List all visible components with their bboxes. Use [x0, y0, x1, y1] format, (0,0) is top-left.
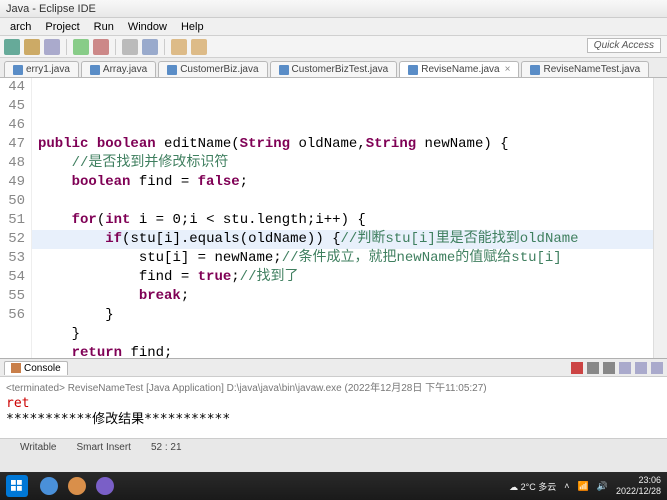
console-process-header: <terminated> ReviseNameTest [Java Applic…: [0, 377, 667, 396]
code-area[interactable]: public boolean editName(String oldName,S…: [32, 78, 653, 358]
menu-help[interactable]: Help: [175, 18, 210, 35]
java-file-icon: [90, 65, 100, 75]
weather-widget[interactable]: ☁ 2°C 多云: [509, 480, 556, 493]
tab-label: Array.java: [103, 64, 147, 75]
weather-text: 2°C 多云: [521, 482, 557, 492]
new-icon[interactable]: [4, 39, 20, 55]
debug-icon[interactable]: [93, 39, 109, 55]
menu-search[interactable]: arch: [4, 18, 37, 35]
tab-revisename[interactable]: ReviseName.java ×: [399, 61, 519, 77]
window-titlebar: Java - Eclipse IDE: [0, 0, 667, 18]
save-icon[interactable]: [24, 39, 40, 55]
tab-label: CustomerBizTest.java: [292, 64, 389, 75]
remove-launch-icon[interactable]: [587, 362, 599, 374]
console-panel: Console <terminated> ReviseNameTest [Jav…: [0, 358, 667, 438]
code-body[interactable]: public boolean editName(String oldName,S…: [38, 135, 653, 358]
tab-label: CustomerBiz.java: [180, 64, 258, 75]
terminate-icon[interactable]: [571, 362, 583, 374]
status-insert-mode: Smart Insert: [77, 442, 131, 453]
remove-all-icon[interactable]: [603, 362, 615, 374]
java-file-icon: [530, 65, 540, 75]
toolbar-separator: [115, 39, 116, 55]
menu-window[interactable]: Window: [122, 18, 173, 35]
forward-icon[interactable]: [191, 39, 207, 55]
pin-console-icon[interactable]: [651, 362, 663, 374]
start-button[interactable]: [6, 475, 28, 497]
clear-console-icon[interactable]: [619, 362, 631, 374]
tab-label: ReviseNameTest.java: [543, 64, 640, 75]
tab-customerbiztest[interactable]: CustomerBizTest.java: [270, 61, 398, 77]
menu-project[interactable]: Project: [39, 18, 85, 35]
clock-time: 23:06: [616, 475, 661, 486]
console-line: ***********修改结果***********: [6, 412, 661, 428]
taskbar-clock[interactable]: 23:06 2022/12/28: [616, 475, 661, 497]
search-icon[interactable]: [142, 39, 158, 55]
tab-array[interactable]: Array.java: [81, 61, 156, 77]
status-writable: Writable: [20, 442, 57, 453]
clock-date: 2022/12/28: [616, 486, 661, 497]
menu-run[interactable]: Run: [88, 18, 120, 35]
console-tab-label: Console: [24, 363, 61, 374]
system-tray: ☁ 2°C 多云 ˄ 📶 🔊 23:06 2022/12/28: [509, 475, 661, 497]
java-file-icon: [408, 65, 418, 75]
toolbar: Quick Access: [0, 36, 667, 58]
back-icon[interactable]: [171, 39, 187, 55]
scroll-lock-icon[interactable]: [635, 362, 647, 374]
tab-erry1[interactable]: erry1.java: [4, 61, 79, 77]
editor-tabs: erry1.java Array.java CustomerBiz.java C…: [0, 58, 667, 78]
open-type-icon[interactable]: [122, 39, 138, 55]
window-title: Java - Eclipse IDE: [6, 3, 96, 15]
console-toolbar: [571, 362, 663, 374]
java-file-icon: [167, 65, 177, 75]
line-number-gutter: 44454647484950515253545556: [0, 78, 32, 358]
tab-customerbiz[interactable]: CustomerBiz.java: [158, 61, 267, 77]
quick-access-label: Quick Access: [594, 40, 654, 51]
quick-access-field[interactable]: Quick Access: [587, 38, 661, 53]
eclipse-taskbar-icon[interactable]: [96, 477, 114, 495]
console-output[interactable]: ret ***********修改结果***********: [0, 396, 667, 428]
run-icon[interactable]: [73, 39, 89, 55]
statusbar: Writable Smart Insert 52 : 21: [0, 438, 667, 456]
close-icon[interactable]: ×: [505, 64, 511, 75]
console-tab[interactable]: Console: [4, 361, 68, 375]
java-file-icon: [279, 65, 289, 75]
saveall-icon[interactable]: [44, 39, 60, 55]
tab-revisenametest[interactable]: ReviseNameTest.java: [521, 61, 649, 77]
windows-taskbar: ☁ 2°C 多云 ˄ 📶 🔊 23:06 2022/12/28: [0, 472, 667, 500]
status-cursor-pos: 52 : 21: [151, 442, 182, 453]
tab-label: erry1.java: [26, 64, 70, 75]
task-icons: [40, 477, 114, 495]
tab-label: ReviseName.java: [421, 64, 499, 75]
code-editor[interactable]: 44454647484950515253545556 public boolea…: [0, 78, 667, 358]
tray-chevron-icon[interactable]: ˄: [564, 481, 569, 491]
console-icon: [11, 363, 21, 373]
java-file-icon: [13, 65, 23, 75]
wifi-icon[interactable]: 📶: [578, 481, 589, 492]
toolbar-separator: [164, 39, 165, 55]
edge-icon[interactable]: [40, 477, 58, 495]
windows-logo-icon: [11, 480, 23, 492]
vertical-scrollbar[interactable]: [653, 78, 667, 358]
console-line: ret: [6, 396, 661, 412]
explorer-icon[interactable]: [68, 477, 86, 495]
console-tabbar: Console: [0, 359, 667, 377]
menubar: arch Project Run Window Help: [0, 18, 667, 36]
toolbar-separator: [66, 39, 67, 55]
volume-icon[interactable]: 🔊: [597, 481, 608, 492]
